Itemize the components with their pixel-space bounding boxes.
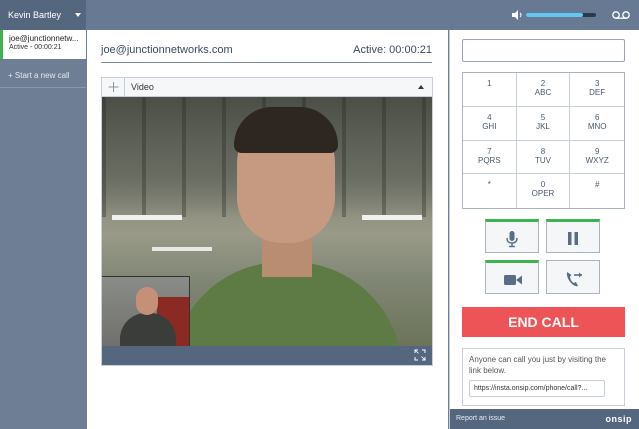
video-panel: Video — [101, 77, 433, 366]
video-toggle-button[interactable] — [485, 260, 539, 294]
top-bar: Kevin Bartley — [0, 0, 639, 30]
volume-slider[interactable] — [526, 13, 596, 17]
collapse-icon[interactable] — [418, 85, 424, 89]
mute-button[interactable] — [485, 219, 539, 253]
call-panel: joe@junctionnetworks.com Active: 00:00:2… — [87, 30, 448, 429]
share-description: Anyone can call you just by visiting the… — [469, 355, 606, 375]
key-star[interactable]: * — [463, 174, 517, 208]
video-label: Video — [131, 82, 154, 92]
expand-icon[interactable] — [414, 349, 426, 361]
chevron-down-icon — [75, 13, 81, 17]
share-link-field[interactable]: https://insta.onsip.com/phone/call?... — [469, 380, 605, 397]
key-hash[interactable]: # — [570, 174, 624, 208]
call-header: joe@junctionnetworks.com Active: 00:00:2… — [101, 44, 432, 63]
start-new-call-link[interactable]: + Start a new call — [8, 71, 70, 80]
key-0[interactable]: 0 OPER — [517, 174, 571, 208]
key-3[interactable]: 3 DEF — [570, 73, 624, 107]
hold-button[interactable] — [546, 219, 600, 253]
keypad: 1 2 ABC 3 DEF 4 GHI 5 JKL 6 MNO 7 PQRS 8 TUV 9W… — [462, 72, 625, 209]
report-issue-link[interactable]: Report an issue — [456, 415, 505, 422]
share-link-box: Anyone can call you just by visiting the… — [462, 348, 625, 406]
active-call-item[interactable]: joe@junctionnetw... Active - 00:00:21 — [0, 30, 86, 59]
transfer-call-icon — [566, 272, 582, 287]
caller-address: joe@junctionnetworks.com — [101, 44, 233, 56]
key-2[interactable]: 2 ABC — [516, 73, 571, 107]
brand-logo: onsip — [605, 414, 632, 424]
call-status: Active - 00:00:21 — [9, 44, 62, 51]
microphone-icon — [506, 231, 518, 248]
move-icon[interactable] — [102, 78, 125, 96]
key-7[interactable]: 7 PQRS — [463, 140, 517, 175]
local-video-preview — [102, 276, 190, 346]
end-call-button[interactable]: END CALL — [462, 307, 625, 337]
sidebar: joe@junctionnetw... Active - 00:00:21 + … — [0, 30, 86, 429]
key-4[interactable]: 4 GHI — [463, 106, 517, 141]
remote-video — [102, 97, 432, 346]
transfer-button[interactable] — [546, 260, 600, 294]
key-9[interactable]: 9 WXYZ — [570, 141, 624, 175]
key-5[interactable]: 5 JKL — [516, 106, 571, 141]
volume-icon[interactable] — [512, 10, 524, 20]
user-name: Kevin Bartley — [8, 10, 62, 20]
pause-icon — [568, 232, 578, 245]
key-1[interactable]: 1 — [463, 73, 517, 107]
video-camera-icon — [504, 275, 522, 285]
dialer-panel: 1 2 ABC 3 DEF 4 GHI 5 JKL 6 MNO 7 PQRS 8 TUV 9W… — [449, 30, 639, 429]
voicemail-icon[interactable] — [612, 10, 630, 20]
dial-input[interactable] — [462, 39, 625, 62]
call-contact: joe@junctionnetw... — [9, 34, 79, 43]
video-footer — [102, 346, 432, 365]
volume-fill — [526, 13, 584, 17]
dialer-footer: Report an issue onsip — [450, 409, 639, 429]
call-timer: Active: 00:00:21 — [353, 44, 432, 56]
key-8[interactable]: 8 TUV — [516, 140, 571, 175]
video-panel-header: Video — [102, 78, 432, 97]
sidebar-divider — [0, 87, 86, 88]
user-selector[interactable]: Kevin Bartley — [0, 0, 86, 30]
key-6[interactable]: 6 MNO — [570, 107, 624, 141]
